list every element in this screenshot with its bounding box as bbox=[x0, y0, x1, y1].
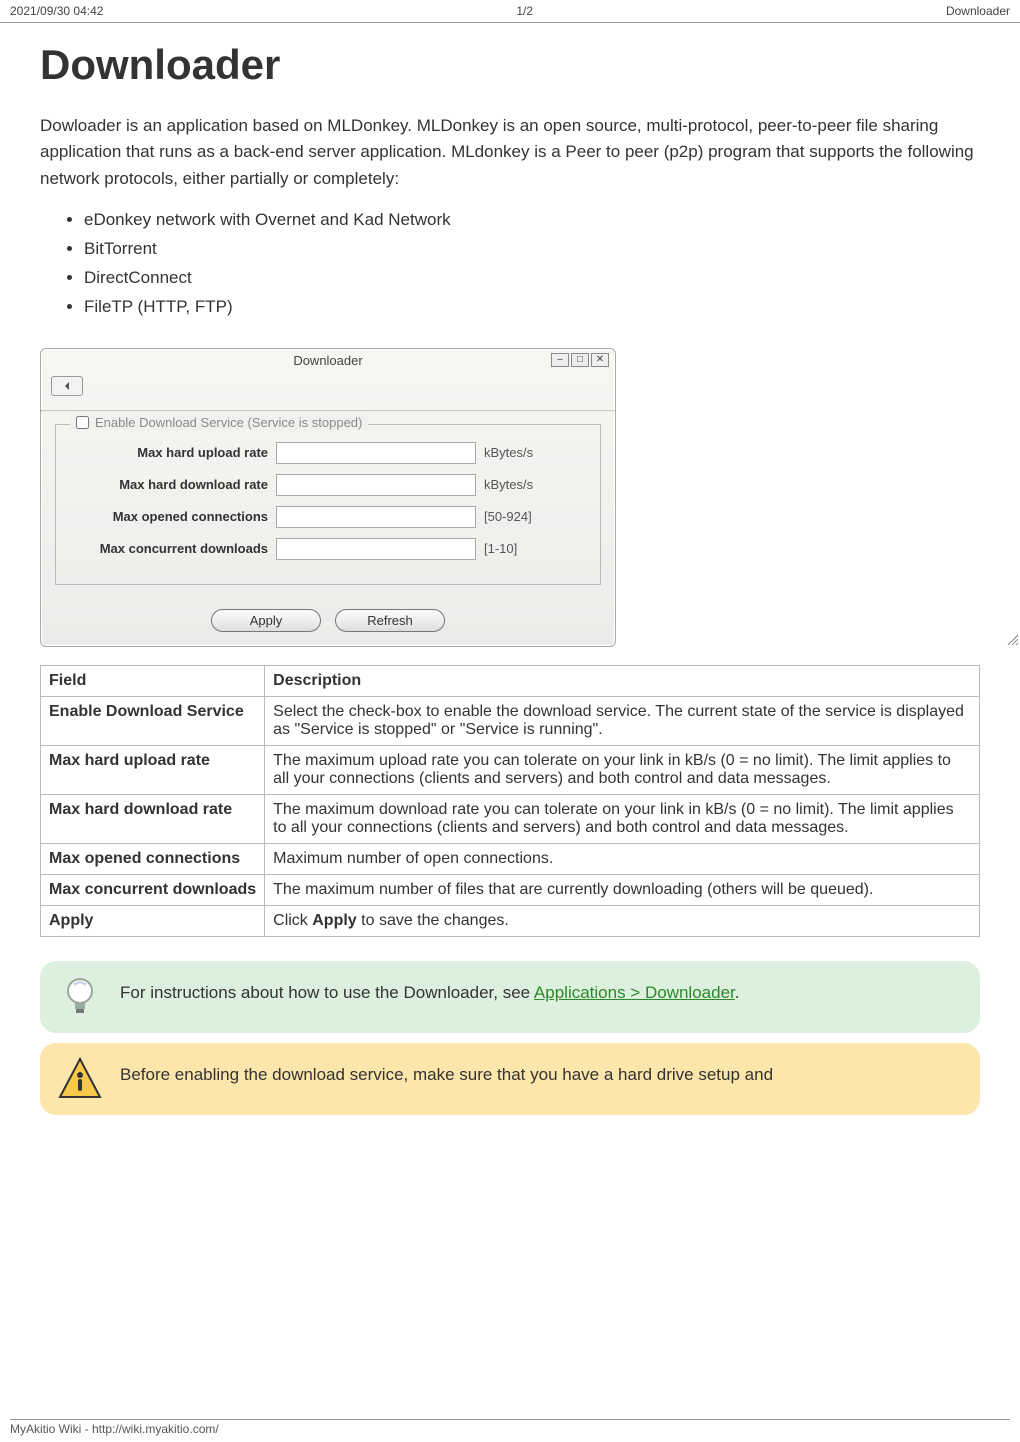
desc-cell: The maximum number of files that are cur… bbox=[265, 874, 980, 905]
dialog-titlebar: Downloader – □ ✕ bbox=[41, 349, 615, 372]
page-title: Downloader bbox=[0, 23, 1020, 113]
table-row: Max hard download rate The maximum downl… bbox=[41, 794, 980, 843]
minimize-button[interactable]: – bbox=[551, 353, 569, 367]
download-rate-suffix: kBytes/s bbox=[476, 477, 533, 492]
table-row: Max concurrent downloads The maximum num… bbox=[41, 874, 980, 905]
intro-paragraph: Dowloader is an application based on MLD… bbox=[0, 113, 1020, 206]
upload-rate-label: Max hard upload rate bbox=[68, 445, 276, 460]
tip-link[interactable]: Applications > Downloader bbox=[534, 983, 735, 1002]
concurrent-suffix: [1-10] bbox=[476, 541, 517, 556]
desc-cell: The maximum upload rate you can tolerate… bbox=[265, 745, 980, 794]
lightbulb-icon bbox=[56, 973, 104, 1021]
form-row-download-rate: Max hard download rate kBytes/s bbox=[68, 474, 588, 496]
header-page-number: 1/2 bbox=[516, 4, 533, 18]
back-button[interactable] bbox=[51, 376, 83, 396]
desc-text: Click bbox=[273, 912, 312, 929]
dialog-title: Downloader bbox=[293, 353, 362, 368]
desc-cell: Select the check-box to enable the downl… bbox=[265, 696, 980, 745]
connections-label: Max opened connections bbox=[68, 509, 276, 524]
desc-text: to save the changes. bbox=[357, 912, 509, 929]
connections-input[interactable] bbox=[276, 506, 476, 528]
enable-service-checkbox[interactable]: Enable Download Service (Service is stop… bbox=[70, 415, 368, 430]
header-section: Downloader bbox=[946, 4, 1010, 18]
service-fieldset: Enable Download Service (Service is stop… bbox=[55, 424, 601, 585]
desc-cell: The maximum download rate you can tolera… bbox=[265, 794, 980, 843]
field-cell: Max opened connections bbox=[41, 843, 265, 874]
enable-service-input[interactable] bbox=[76, 416, 89, 429]
table-row: Max hard upload rate The maximum upload … bbox=[41, 745, 980, 794]
download-rate-label: Max hard download rate bbox=[68, 477, 276, 492]
chevron-left-icon bbox=[62, 381, 72, 391]
footer-text: MyAkitio Wiki - http://wiki.myakitio.com… bbox=[10, 1422, 219, 1436]
form-row-concurrent: Max concurrent downloads [1-10] bbox=[68, 538, 588, 560]
concurrent-input[interactable] bbox=[276, 538, 476, 560]
desc-cell: Maximum number of open connections. bbox=[265, 843, 980, 874]
field-cell: Max hard download rate bbox=[41, 794, 265, 843]
upload-rate-suffix: kBytes/s bbox=[476, 445, 533, 460]
apply-button[interactable]: Apply bbox=[211, 609, 321, 632]
downloader-dialog: Downloader – □ ✕ Enable Download Service… bbox=[40, 348, 616, 647]
warning-text: Before enabling the download service, ma… bbox=[120, 1065, 773, 1084]
window-controls: – □ ✕ bbox=[551, 353, 609, 367]
enable-service-label: Enable Download Service (Service is stop… bbox=[95, 415, 362, 430]
upload-rate-input[interactable] bbox=[276, 442, 476, 464]
desc-cell: Click Apply to save the changes. bbox=[265, 905, 980, 936]
divider bbox=[41, 410, 615, 412]
dialog-toolbar bbox=[41, 372, 615, 410]
list-item: DirectConnect bbox=[84, 264, 980, 293]
header-date: 2021/09/30 04:42 bbox=[10, 4, 103, 18]
list-item: eDonkey network with Overnet and Kad Net… bbox=[84, 206, 980, 235]
maximize-button[interactable]: □ bbox=[571, 353, 589, 367]
tip-note: For instructions about how to use the Do… bbox=[40, 961, 980, 1033]
tip-text: For instructions about how to use the Do… bbox=[120, 983, 534, 1002]
field-cell: Max concurrent downloads bbox=[41, 874, 265, 905]
protocol-list: eDonkey network with Overnet and Kad Net… bbox=[0, 206, 1020, 342]
form-row-connections: Max opened connections [50-924] bbox=[68, 506, 588, 528]
footer-rule bbox=[10, 1419, 1010, 1420]
col-header-field: Field bbox=[41, 665, 265, 696]
form-row-upload-rate: Max hard upload rate kBytes/s bbox=[68, 442, 588, 464]
field-cell: Max hard upload rate bbox=[41, 745, 265, 794]
table-row: Enable Download Service Select the check… bbox=[41, 696, 980, 745]
col-header-description: Description bbox=[265, 665, 980, 696]
field-cell: Enable Download Service bbox=[41, 696, 265, 745]
table-header-row: Field Description bbox=[41, 665, 980, 696]
fields-table: Field Description Enable Download Servic… bbox=[40, 665, 980, 937]
concurrent-label: Max concurrent downloads bbox=[68, 541, 276, 556]
field-cell: Apply bbox=[41, 905, 265, 936]
desc-bold: Apply bbox=[312, 912, 356, 929]
tip-text-after: . bbox=[735, 983, 740, 1002]
table-row: Max opened connections Maximum number of… bbox=[41, 843, 980, 874]
warning-note: Before enabling the download service, ma… bbox=[40, 1043, 980, 1115]
table-row: Apply Click Apply to save the changes. bbox=[41, 905, 980, 936]
download-rate-input[interactable] bbox=[276, 474, 476, 496]
list-item: BitTorrent bbox=[84, 235, 980, 264]
warning-icon bbox=[56, 1055, 104, 1103]
refresh-button[interactable]: Refresh bbox=[335, 609, 445, 632]
list-item: FileTP (HTTP, FTP) bbox=[84, 293, 980, 322]
resize-handle-icon[interactable] bbox=[1006, 633, 1018, 645]
connections-suffix: [50-924] bbox=[476, 509, 532, 524]
dialog-button-bar: Apply Refresh bbox=[41, 597, 615, 646]
close-button[interactable]: ✕ bbox=[591, 353, 609, 367]
page-header: 2021/09/30 04:42 1/2 Downloader bbox=[0, 0, 1020, 23]
